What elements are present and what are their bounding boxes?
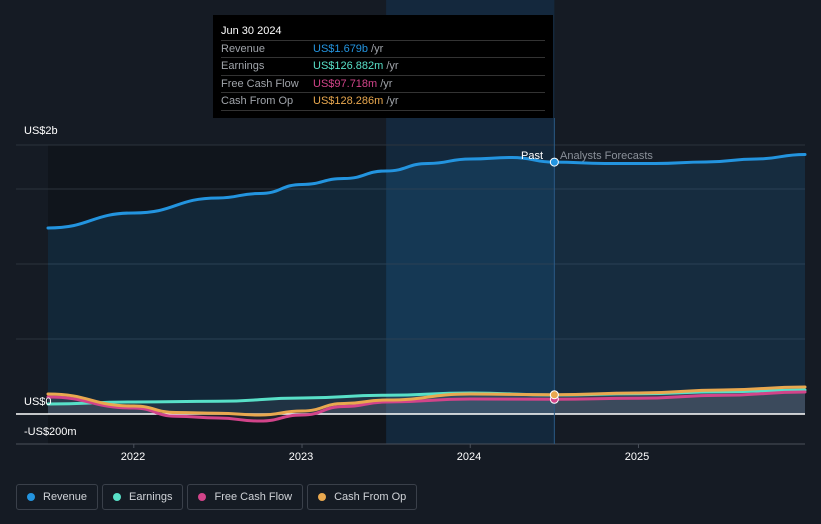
legend-label: Earnings xyxy=(129,491,173,503)
tooltip-label: Free Cash Flow xyxy=(221,78,299,90)
tooltip-row-earnings: Earnings US$126.882m/yr xyxy=(221,57,545,75)
tooltip-value: US$126.882m xyxy=(313,60,384,72)
x-tick-label: 2023 xyxy=(288,451,314,463)
tooltip-unit: /yr xyxy=(371,43,384,55)
tooltip-label: Earnings xyxy=(221,60,265,72)
earnings-dot-icon xyxy=(113,493,122,501)
revenue-dot-icon xyxy=(27,493,35,501)
tooltip-row-fcf: Free Cash Flow US$97.718m/yr xyxy=(221,75,545,93)
tooltip-value: US$1.679b xyxy=(313,43,369,55)
y-tick-label: US$0 xyxy=(24,396,52,408)
chart-container: US$2b US$0 -US$200m 2022 2023 2024 2025 … xyxy=(0,0,821,524)
y-tick-label: US$2b xyxy=(24,125,58,137)
legend-item-cash-from-op[interactable]: Cash From Op xyxy=(307,484,418,510)
tooltip-label: Revenue xyxy=(221,43,266,55)
fcf-dot-icon xyxy=(198,493,207,501)
legend-item-free-cash-flow[interactable]: Free Cash Flow xyxy=(187,484,304,510)
tooltip-value: US$128.286m xyxy=(313,95,384,107)
x-tick-label: 2022 xyxy=(120,451,146,463)
tooltip-unit: /yr xyxy=(386,95,399,107)
data-point-revenue xyxy=(549,157,559,167)
legend-item-revenue[interactable]: Revenue xyxy=(16,484,99,510)
y-tick-label: -US$200m xyxy=(24,426,77,438)
tooltip-row-revenue: Revenue US$1.679b/yr xyxy=(221,40,545,58)
tooltip-row-cfo: Cash From Op US$128.286m/yr xyxy=(221,92,545,111)
x-tick-label: 2024 xyxy=(456,451,482,463)
tooltip-unit: /yr xyxy=(386,60,399,72)
tooltip: Jun 30 2024 Revenue US$1.679b/yr Earnings… xyxy=(213,15,553,118)
legend-item-earnings[interactable]: Earnings xyxy=(102,484,184,510)
tooltip-unit: /yr xyxy=(380,78,393,90)
legend-label: Free Cash Flow xyxy=(214,491,293,503)
legend: Revenue Earnings Free Cash Flow Cash Fro… xyxy=(16,484,418,510)
tooltip-value: US$97.718m xyxy=(313,78,378,90)
tooltip-date: Jun 30 2024 xyxy=(221,25,282,37)
data-point-cash-from-op xyxy=(549,390,559,400)
past-label: Past xyxy=(521,150,544,162)
cfo-dot-icon xyxy=(318,493,327,501)
x-tick-label: 2025 xyxy=(624,451,650,463)
legend-label: Cash From Op xyxy=(334,491,407,503)
legend-label: Revenue xyxy=(43,491,88,503)
tooltip-label: Cash From Op xyxy=(221,95,294,107)
forecast-label: Analysts Forecasts xyxy=(560,150,653,162)
